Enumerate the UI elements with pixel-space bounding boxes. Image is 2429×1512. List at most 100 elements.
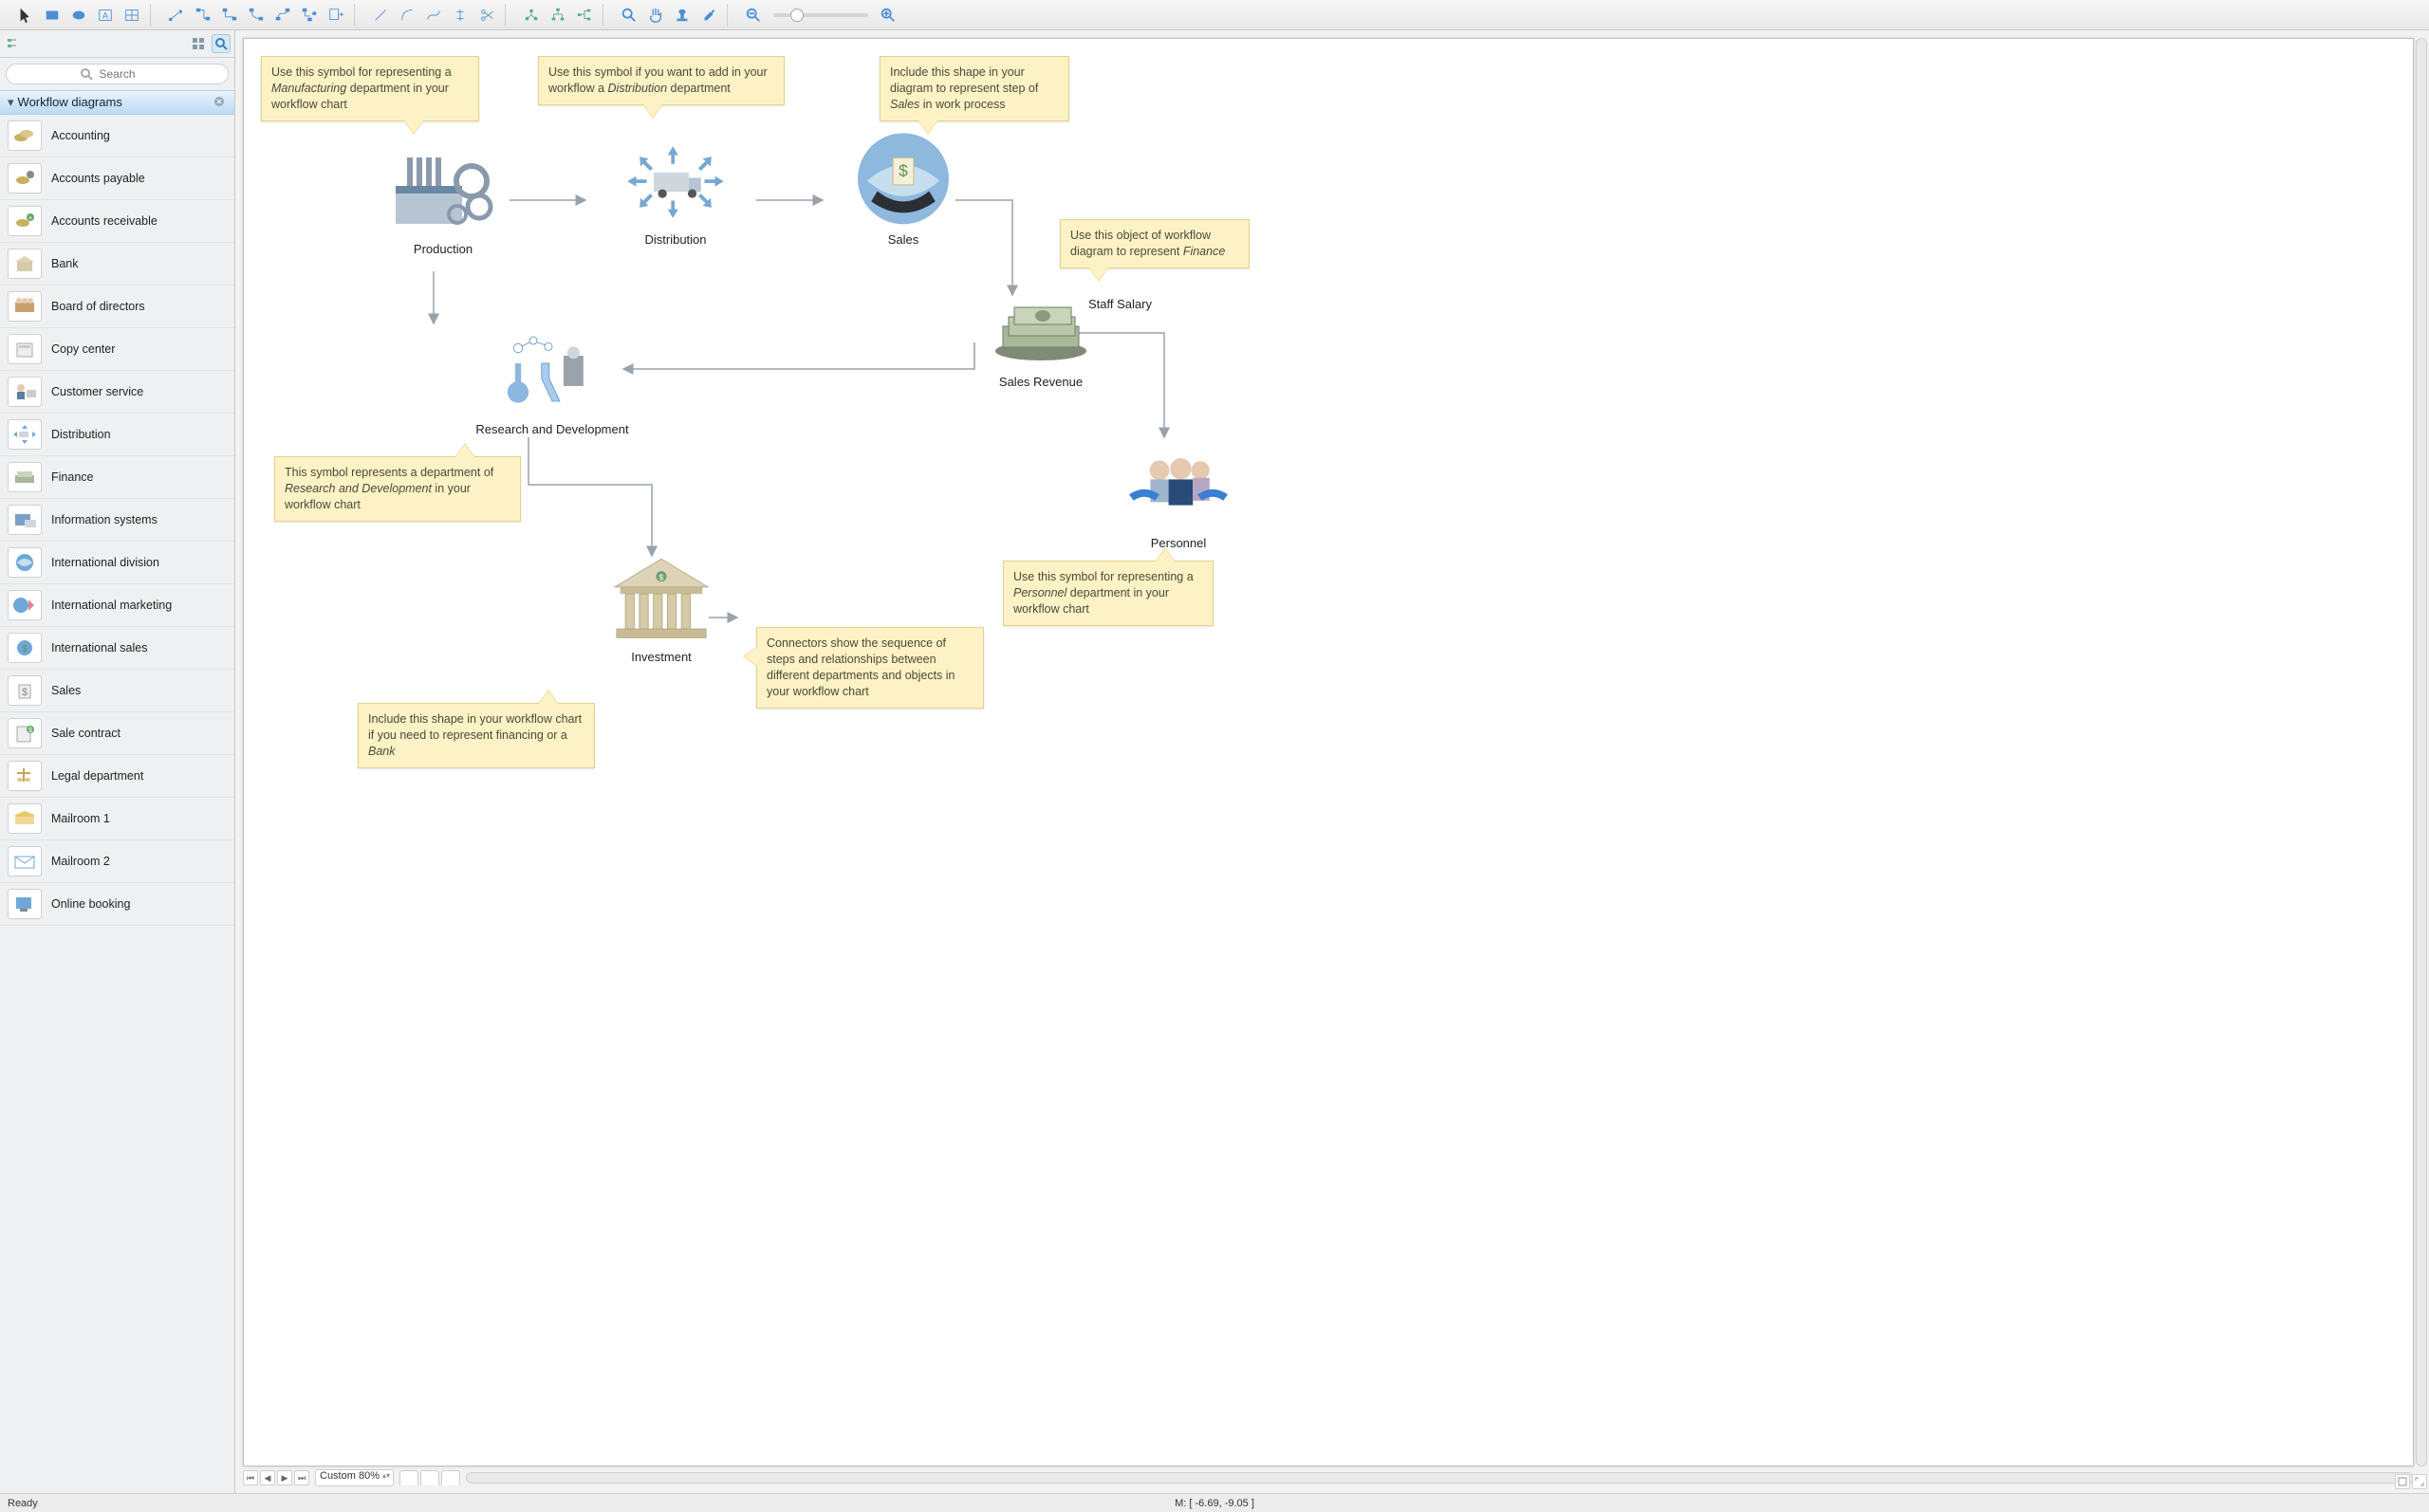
shape-thumb-icon	[8, 547, 42, 578]
pointer-tool[interactable]	[13, 4, 38, 27]
shape-item[interactable]: Accounts payable	[0, 157, 234, 200]
horizontal-scrollbar[interactable]	[466, 1472, 2414, 1484]
callout-distribution: Use this symbol if you want to add in yo…	[538, 56, 785, 105]
scissors-tool[interactable]	[474, 4, 499, 27]
connector-bezier[interactable]	[270, 4, 295, 27]
shape-item[interactable]: Bank	[0, 243, 234, 286]
connector-round[interactable]	[244, 4, 269, 27]
shape-thumb-icon	[8, 419, 42, 450]
page-tab-2[interactable]	[420, 1470, 439, 1485]
curve-tool[interactable]	[421, 4, 446, 27]
pan-tool[interactable]	[643, 4, 668, 27]
arc-tool[interactable]	[395, 4, 419, 27]
shape-item[interactable]: International marketing	[0, 584, 234, 627]
toolgroup-tree	[513, 4, 603, 27]
zoom-out-button[interactable]	[741, 4, 766, 27]
callout-investment: Include this shape in your workflow char…	[358, 703, 595, 768]
node-distribution[interactable]: Distribution	[595, 134, 756, 247]
shape-thumb-icon	[8, 462, 42, 492]
svg-text:$: $	[22, 644, 28, 655]
ellipse-tool[interactable]	[66, 4, 91, 27]
node-personnel[interactable]: Personnel	[1098, 437, 1259, 550]
page-prev-button[interactable]: ◀	[260, 1470, 275, 1485]
page-tab-1[interactable]	[399, 1470, 418, 1485]
sales-icon: $	[846, 134, 960, 229]
expand-icon[interactable]	[2412, 1474, 2427, 1489]
table-tool[interactable]	[120, 4, 144, 27]
shape-item[interactable]: Mailroom 1	[0, 798, 234, 840]
zoom-in-button[interactable]	[876, 4, 900, 27]
page-next-button[interactable]: ▶	[277, 1470, 292, 1485]
shape-thumb-icon: +	[8, 206, 42, 236]
text-tool[interactable]: A	[93, 4, 118, 27]
connector-direct[interactable]	[164, 4, 189, 27]
panel-header-workflow[interactable]: ▾Workflow diagrams	[0, 90, 234, 115]
shape-item[interactable]: $Sales	[0, 670, 234, 712]
shape-thumb-icon	[8, 334, 42, 364]
shape-item[interactable]: $International sales	[0, 627, 234, 670]
node-investment[interactable]: $ Investment	[585, 551, 737, 664]
callout-finance: Use this object of workflow diagram to r…	[1060, 219, 1250, 268]
export-tool[interactable]	[324, 4, 348, 27]
shape-item[interactable]: Board of directors	[0, 286, 234, 328]
connector-smart[interactable]	[191, 4, 215, 27]
shape-item[interactable]: Finance	[0, 456, 234, 499]
shape-label: Accounting	[51, 129, 110, 142]
vertical-scrollbar[interactable]	[2416, 38, 2427, 1466]
shape-thumb-icon	[8, 889, 42, 919]
node-production[interactable]: Production	[367, 143, 519, 256]
shape-label: Accounts receivable	[51, 214, 158, 228]
zoom-slider-thumb[interactable]	[790, 9, 804, 22]
tree2-tool[interactable]	[546, 4, 570, 27]
tree3-tool[interactable]	[572, 4, 597, 27]
zoom-select[interactable]: Custom 80% ▴▾	[315, 1469, 394, 1486]
connector-arc[interactable]	[217, 4, 242, 27]
eyedrop-tool[interactable]	[696, 4, 721, 27]
search-input[interactable]	[6, 64, 229, 84]
shape-thumb-icon	[8, 120, 42, 151]
grid-view-icon[interactable]	[189, 34, 208, 53]
shape-item[interactable]: + Accounts receivable	[0, 200, 234, 243]
split-tool[interactable]	[448, 4, 473, 27]
search-toggle-icon[interactable]	[212, 34, 231, 53]
callout-sales: Include this shape in your diagram to re…	[880, 56, 1069, 121]
node-label: Sales	[832, 232, 974, 247]
panel-close-icon[interactable]	[213, 96, 227, 109]
shape-item[interactable]: Online booking	[0, 883, 234, 926]
fit-icon[interactable]	[2395, 1474, 2410, 1489]
node-sales-revenue[interactable]: Staff Salary Sales Revenue	[965, 295, 1117, 389]
shape-item[interactable]: Customer service	[0, 371, 234, 414]
page-tabs	[399, 1470, 460, 1485]
toolgroup-lines	[362, 4, 506, 27]
library-tree-icon[interactable]	[4, 34, 23, 53]
stamp-tool[interactable]	[670, 4, 695, 27]
tree1-tool[interactable]	[519, 4, 544, 27]
connector-spline[interactable]	[297, 4, 322, 27]
shape-thumb-icon	[8, 377, 42, 407]
zoom-tool[interactable]	[617, 4, 641, 27]
shape-item[interactable]: Information systems	[0, 499, 234, 542]
line-tool[interactable]	[368, 4, 393, 27]
shape-item[interactable]: $Sale contract	[0, 712, 234, 755]
rect-tool[interactable]	[40, 4, 65, 27]
page-last-button[interactable]: ⏭	[294, 1470, 309, 1485]
shape-item[interactable]: Distribution	[0, 414, 234, 456]
shape-label: Bank	[51, 257, 79, 270]
page-first-button[interactable]: ⏮	[243, 1470, 258, 1485]
shape-item[interactable]: International division	[0, 542, 234, 584]
shape-item[interactable]: Accounting	[0, 115, 234, 157]
toolgroup-view	[611, 4, 728, 27]
node-sales[interactable]: $ Sales	[832, 134, 974, 247]
shape-item[interactable]: Mailroom 2	[0, 840, 234, 883]
shape-label: Distribution	[51, 428, 111, 441]
zoom-slider	[741, 4, 900, 27]
zoom-slider-track[interactable]	[773, 13, 868, 17]
canvas[interactable]: Use this symbol for representing a Manuf…	[243, 38, 2414, 1466]
node-rnd[interactable]: Research and Development	[448, 323, 657, 436]
shape-label: Copy center	[51, 342, 115, 356]
shape-label: International division	[51, 556, 159, 569]
shape-item[interactable]: Legal department	[0, 755, 234, 798]
shape-item[interactable]: Copy center	[0, 328, 234, 371]
page-tab-3[interactable]	[441, 1470, 460, 1485]
shape-label: Sale contract	[51, 727, 121, 740]
